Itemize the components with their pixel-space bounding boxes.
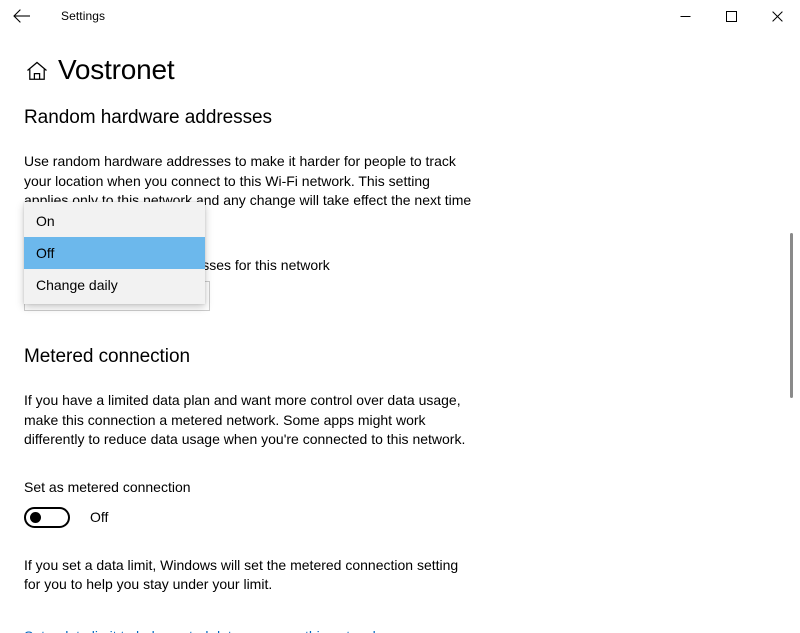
page-title: Vostronet bbox=[58, 54, 175, 85]
home-icon bbox=[24, 57, 50, 83]
dropdown-option-on[interactable]: On bbox=[24, 205, 205, 237]
window-caption-buttons bbox=[662, 0, 800, 32]
set-data-limit-link[interactable]: Set a data limit to help control data us… bbox=[24, 627, 380, 633]
metered-toggle-row: Off bbox=[24, 506, 800, 528]
maximize-button[interactable] bbox=[708, 0, 754, 32]
minimize-button[interactable] bbox=[662, 0, 708, 32]
metered-toggle-state-label: Off bbox=[90, 508, 109, 525]
maximize-icon bbox=[725, 10, 737, 22]
close-button[interactable] bbox=[754, 0, 800, 32]
metered-toggle-label: Set as metered connection bbox=[24, 478, 191, 495]
data-limit-note: If you set a data limit, Windows will se… bbox=[24, 556, 459, 593]
minimize-icon bbox=[680, 11, 691, 22]
title-bar: Settings bbox=[0, 0, 800, 32]
close-icon bbox=[771, 10, 783, 22]
metered-connection-heading: Metered connection bbox=[24, 346, 190, 367]
dropdown-option-off[interactable]: Off bbox=[24, 237, 205, 269]
settings-content-pane: Vostronet Random hardware addresses Use … bbox=[0, 32, 800, 633]
vertical-scrollbar[interactable] bbox=[785, 32, 797, 633]
toggle-knob bbox=[30, 511, 41, 523]
random-hardware-heading: Random hardware addresses bbox=[24, 107, 272, 128]
metered-connection-description: If you have a limited data plan and want… bbox=[24, 392, 466, 447]
random-hardware-dropdown-flyout[interactable]: On Off Change daily bbox=[24, 202, 205, 304]
page-header: Vostronet bbox=[24, 50, 800, 90]
back-arrow-icon bbox=[13, 9, 31, 23]
back-button[interactable] bbox=[0, 0, 44, 32]
metered-connection-toggle[interactable] bbox=[24, 506, 70, 528]
window-title: Settings bbox=[61, 9, 106, 23]
dropdown-option-change-daily[interactable]: Change daily bbox=[24, 269, 205, 301]
scrollbar-thumb[interactable] bbox=[790, 233, 793, 398]
